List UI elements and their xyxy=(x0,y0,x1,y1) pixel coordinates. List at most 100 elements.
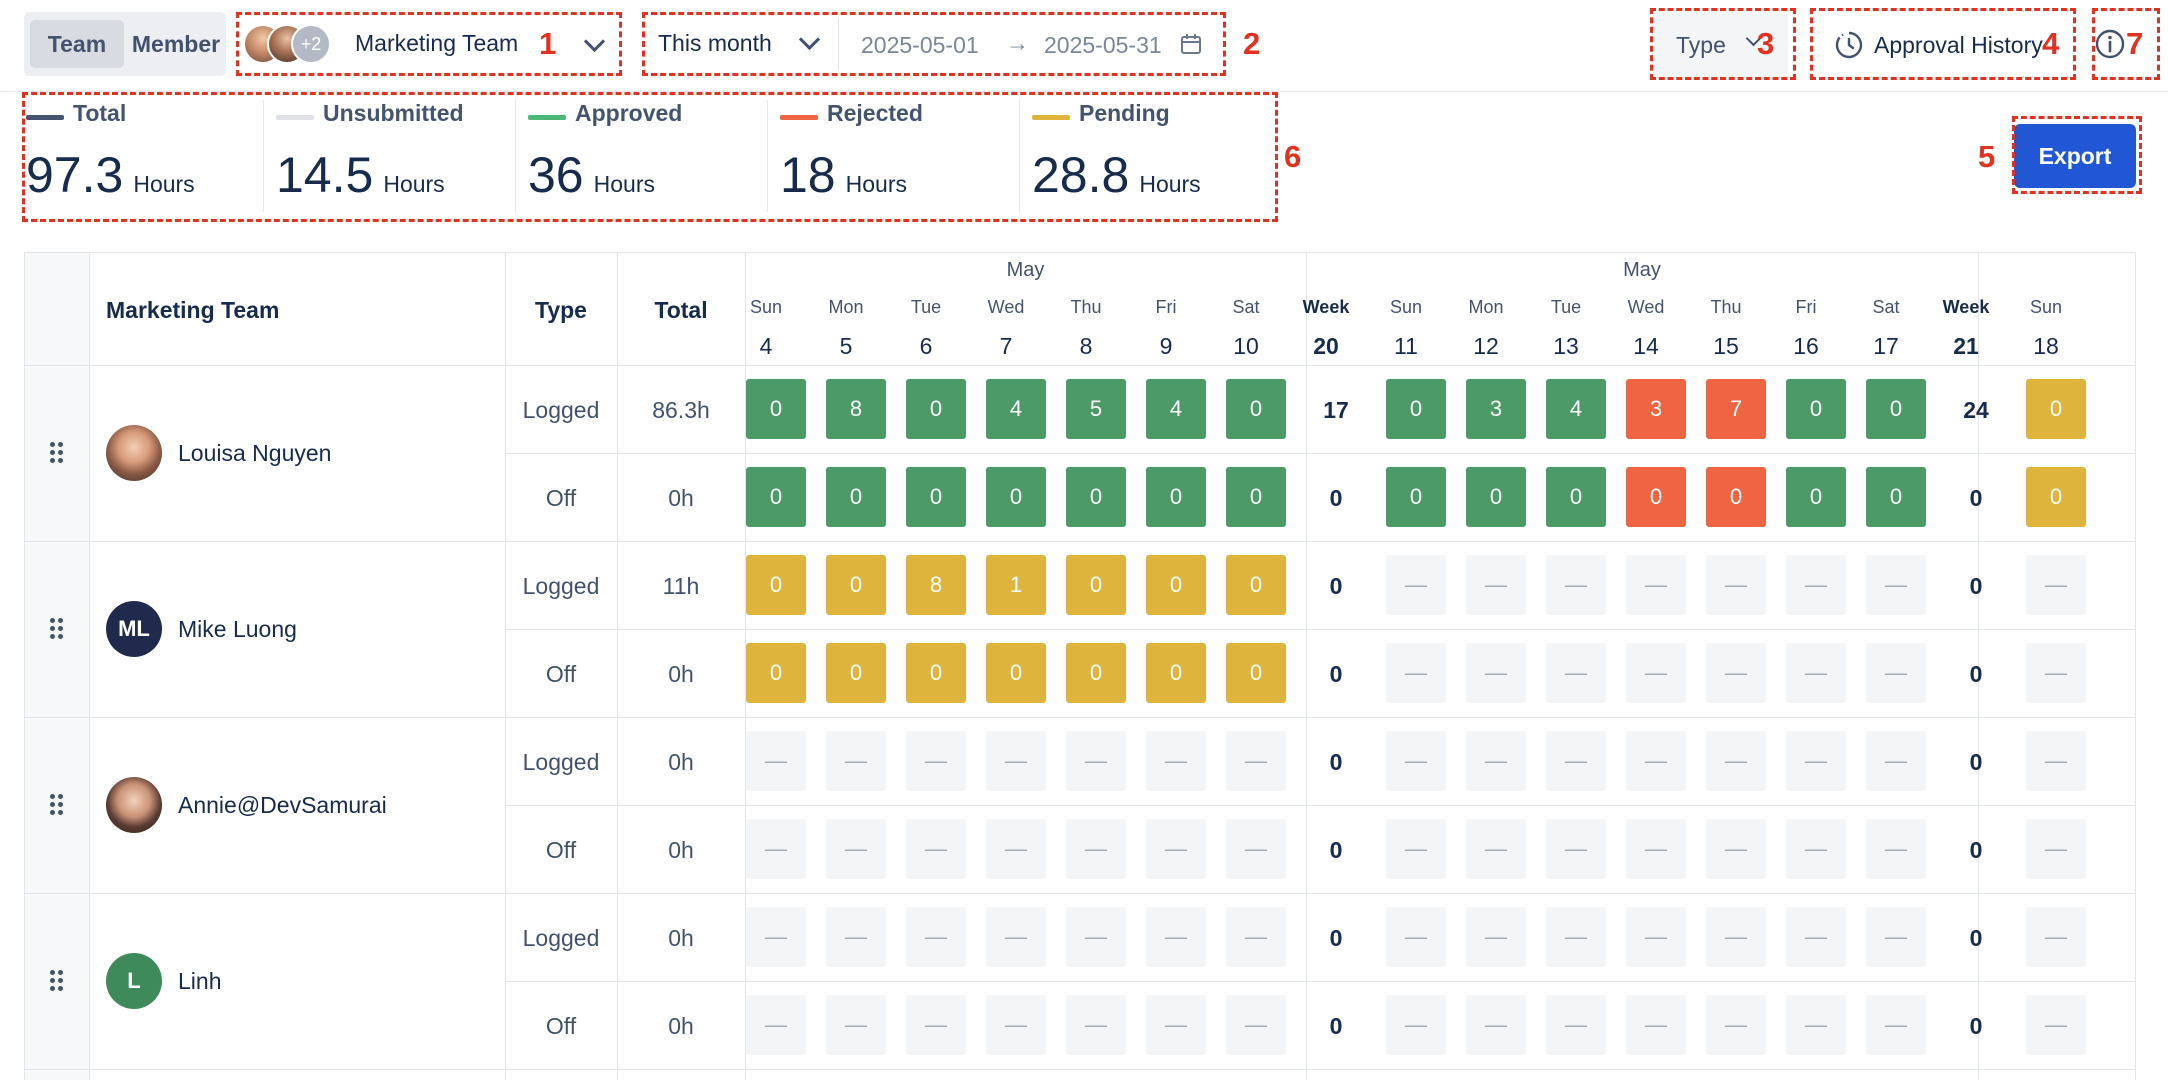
empty-hours-cell[interactable]: — xyxy=(1546,555,1606,615)
empty-hours-cell[interactable]: — xyxy=(2026,555,2086,615)
empty-hours-cell[interactable]: — xyxy=(1706,555,1766,615)
hours-cell[interactable]: 0 xyxy=(1466,467,1526,527)
empty-hours-cell[interactable]: — xyxy=(1546,907,1606,967)
empty-hours-cell[interactable]: — xyxy=(1706,995,1766,1055)
hours-cell[interactable]: 0 xyxy=(1626,467,1686,527)
empty-hours-cell[interactable]: — xyxy=(826,819,886,879)
empty-hours-cell[interactable]: — xyxy=(1066,907,1126,967)
empty-hours-cell[interactable]: — xyxy=(1226,731,1286,791)
empty-hours-cell[interactable]: — xyxy=(1146,907,1206,967)
hours-cell[interactable]: 0 xyxy=(826,555,886,615)
empty-hours-cell[interactable]: — xyxy=(826,907,886,967)
hours-cell[interactable]: 4 xyxy=(1146,379,1206,439)
hours-cell[interactable]: 0 xyxy=(1226,555,1286,615)
hours-cell[interactable]: 5 xyxy=(1066,379,1126,439)
empty-hours-cell[interactable]: — xyxy=(1146,731,1206,791)
hours-cell[interactable]: 0 xyxy=(826,643,886,703)
hours-cell[interactable]: 0 xyxy=(1066,643,1126,703)
hours-cell[interactable]: 0 xyxy=(1786,467,1846,527)
empty-hours-cell[interactable]: — xyxy=(1466,819,1526,879)
hours-cell[interactable]: 0 xyxy=(2026,467,2086,527)
empty-hours-cell[interactable]: — xyxy=(986,731,1046,791)
hours-cell[interactable]: 1 xyxy=(986,555,1046,615)
hours-cell[interactable]: 0 xyxy=(1386,379,1446,439)
empty-hours-cell[interactable]: — xyxy=(1466,995,1526,1055)
empty-hours-cell[interactable]: — xyxy=(746,819,806,879)
approval-history-button[interactable]: Approval History xyxy=(1814,12,2070,76)
empty-hours-cell[interactable]: — xyxy=(1786,907,1846,967)
empty-hours-cell[interactable]: — xyxy=(1786,643,1846,703)
empty-hours-cell[interactable]: — xyxy=(906,731,966,791)
empty-hours-cell[interactable]: — xyxy=(1626,555,1686,615)
empty-hours-cell[interactable]: — xyxy=(1866,643,1926,703)
hours-cell[interactable]: 0 xyxy=(1226,643,1286,703)
hours-cell[interactable]: 0 xyxy=(1546,467,1606,527)
date-range-picker[interactable]: 2025-05-01 → 2025-05-31 xyxy=(840,12,1220,76)
empty-hours-cell[interactable]: — xyxy=(1866,731,1926,791)
member-name[interactable]: Mike Luong xyxy=(178,616,297,643)
member-name[interactable]: Annie@DevSamurai xyxy=(178,792,387,819)
empty-hours-cell[interactable]: — xyxy=(1226,907,1286,967)
hours-cell[interactable]: 0 xyxy=(746,555,806,615)
empty-hours-cell[interactable]: — xyxy=(1466,555,1526,615)
hours-cell[interactable]: 7 xyxy=(1706,379,1766,439)
empty-hours-cell[interactable]: — xyxy=(746,907,806,967)
hours-cell[interactable]: 0 xyxy=(2026,379,2086,439)
empty-hours-cell[interactable]: — xyxy=(1466,731,1526,791)
member-view-button[interactable]: Member xyxy=(130,20,222,68)
empty-hours-cell[interactable]: — xyxy=(2026,995,2086,1055)
empty-hours-cell[interactable]: — xyxy=(1386,555,1446,615)
hours-cell[interactable]: 0 xyxy=(746,467,806,527)
empty-hours-cell[interactable]: — xyxy=(1546,731,1606,791)
empty-hours-cell[interactable]: — xyxy=(1546,819,1606,879)
drag-handle-icon[interactable] xyxy=(50,442,64,464)
hours-cell[interactable]: 0 xyxy=(746,643,806,703)
hours-cell[interactable]: 0 xyxy=(1386,467,1446,527)
hours-cell[interactable]: 0 xyxy=(1146,643,1206,703)
empty-hours-cell[interactable]: — xyxy=(986,907,1046,967)
empty-hours-cell[interactable]: — xyxy=(1786,819,1846,879)
hours-cell[interactable]: 8 xyxy=(906,555,966,615)
empty-hours-cell[interactable]: — xyxy=(1866,995,1926,1055)
empty-hours-cell[interactable]: — xyxy=(746,995,806,1055)
empty-hours-cell[interactable]: — xyxy=(1066,995,1126,1055)
empty-hours-cell[interactable]: — xyxy=(1866,907,1926,967)
empty-hours-cell[interactable]: — xyxy=(1386,643,1446,703)
hours-cell[interactable]: 0 xyxy=(1146,467,1206,527)
hours-cell[interactable]: 0 xyxy=(746,379,806,439)
empty-hours-cell[interactable]: — xyxy=(1386,995,1446,1055)
hours-cell[interactable]: 0 xyxy=(1066,555,1126,615)
hours-cell[interactable]: 0 xyxy=(1786,379,1846,439)
hours-cell[interactable]: 0 xyxy=(1066,467,1126,527)
empty-hours-cell[interactable]: — xyxy=(1706,643,1766,703)
empty-hours-cell[interactable]: — xyxy=(1386,731,1446,791)
empty-hours-cell[interactable]: — xyxy=(906,819,966,879)
hours-cell[interactable]: 0 xyxy=(906,379,966,439)
hours-cell[interactable]: 0 xyxy=(906,467,966,527)
hours-cell[interactable]: 0 xyxy=(1146,555,1206,615)
hours-cell[interactable]: 0 xyxy=(1866,379,1926,439)
empty-hours-cell[interactable]: — xyxy=(1866,819,1926,879)
hours-cell[interactable]: 0 xyxy=(906,643,966,703)
empty-hours-cell[interactable]: — xyxy=(906,907,966,967)
empty-hours-cell[interactable]: — xyxy=(1626,995,1686,1055)
hours-cell[interactable]: 3 xyxy=(1626,379,1686,439)
export-button[interactable]: Export xyxy=(2014,124,2136,188)
empty-hours-cell[interactable]: — xyxy=(746,731,806,791)
hours-cell[interactable]: 3 xyxy=(1466,379,1526,439)
drag-handle-icon[interactable] xyxy=(50,618,64,640)
empty-hours-cell[interactable]: — xyxy=(1626,907,1686,967)
info-icon[interactable] xyxy=(2094,28,2126,60)
empty-hours-cell[interactable]: — xyxy=(1066,819,1126,879)
hours-cell[interactable]: 0 xyxy=(826,467,886,527)
empty-hours-cell[interactable]: — xyxy=(1706,907,1766,967)
empty-hours-cell[interactable]: — xyxy=(826,731,886,791)
hours-cell[interactable]: 0 xyxy=(1226,379,1286,439)
empty-hours-cell[interactable]: — xyxy=(1786,995,1846,1055)
period-select[interactable]: This month xyxy=(644,12,836,76)
empty-hours-cell[interactable]: — xyxy=(1706,731,1766,791)
empty-hours-cell[interactable]: — xyxy=(1546,995,1606,1055)
hours-cell[interactable]: 0 xyxy=(1866,467,1926,527)
empty-hours-cell[interactable]: — xyxy=(1786,731,1846,791)
empty-hours-cell[interactable]: — xyxy=(826,995,886,1055)
